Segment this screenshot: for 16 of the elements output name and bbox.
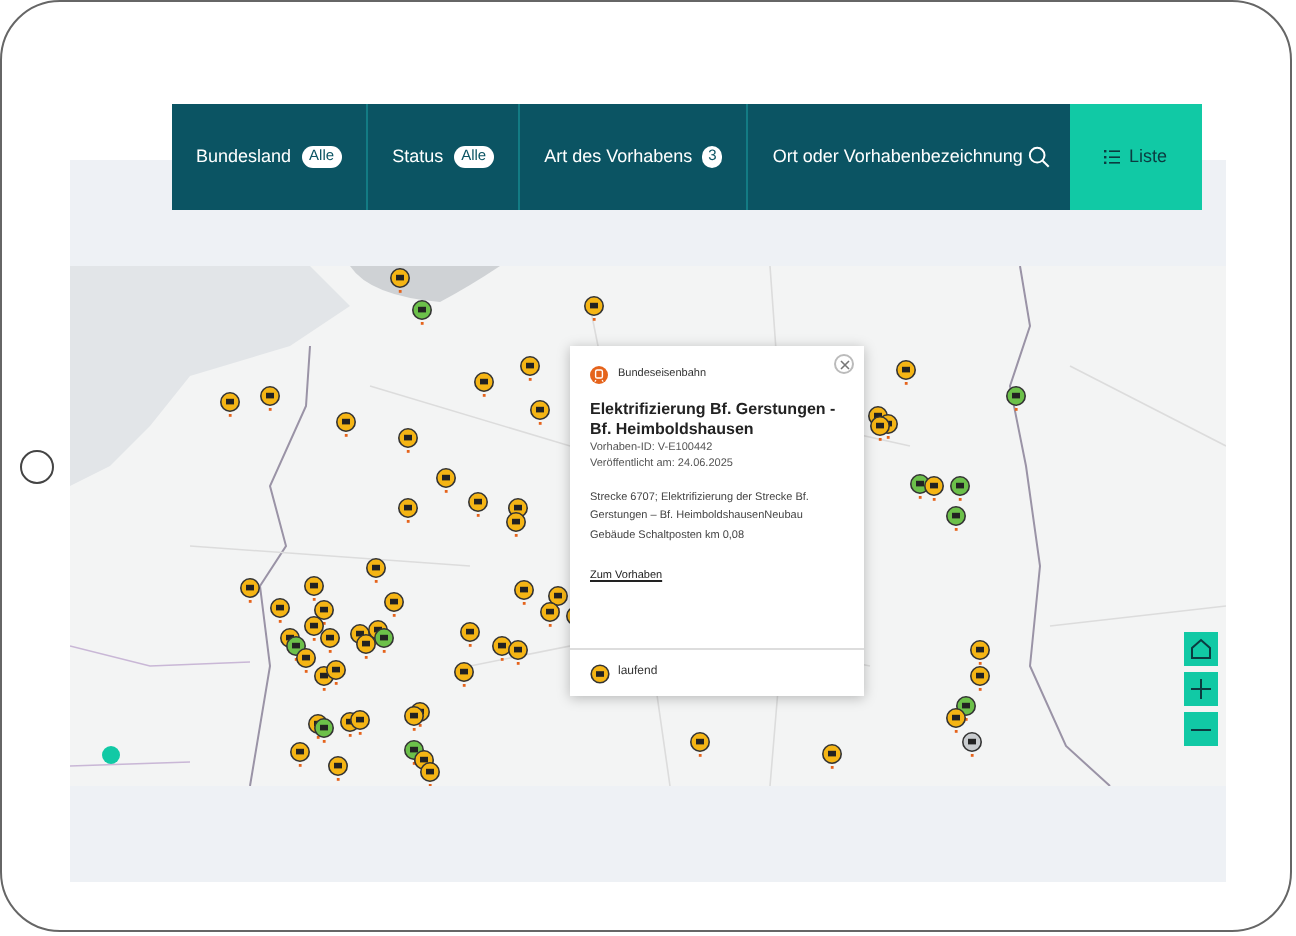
home-button[interactable] xyxy=(19,449,53,483)
minus-icon xyxy=(1190,727,1212,731)
home-button[interactable] xyxy=(1184,632,1218,666)
close-icon xyxy=(839,359,849,369)
list-button[interactable]: Liste xyxy=(1070,104,1202,210)
project-title: Elektrifizierung Bf. Gerstungen - Bf. Heimboldshausen xyxy=(590,400,838,440)
zoom-out-button[interactable] xyxy=(1184,712,1218,746)
search-icon[interactable] xyxy=(1028,146,1050,168)
status-marker-icon xyxy=(590,663,610,683)
home-icon xyxy=(1190,638,1212,660)
search-field[interactable]: Ort oder Vorhabenbezeichnung xyxy=(772,143,1028,171)
close-button[interactable] xyxy=(834,354,854,374)
plus-icon xyxy=(1190,678,1212,700)
train-icon xyxy=(590,366,608,384)
list-icon xyxy=(1104,150,1121,164)
zoom-in-button[interactable] xyxy=(1184,672,1218,706)
